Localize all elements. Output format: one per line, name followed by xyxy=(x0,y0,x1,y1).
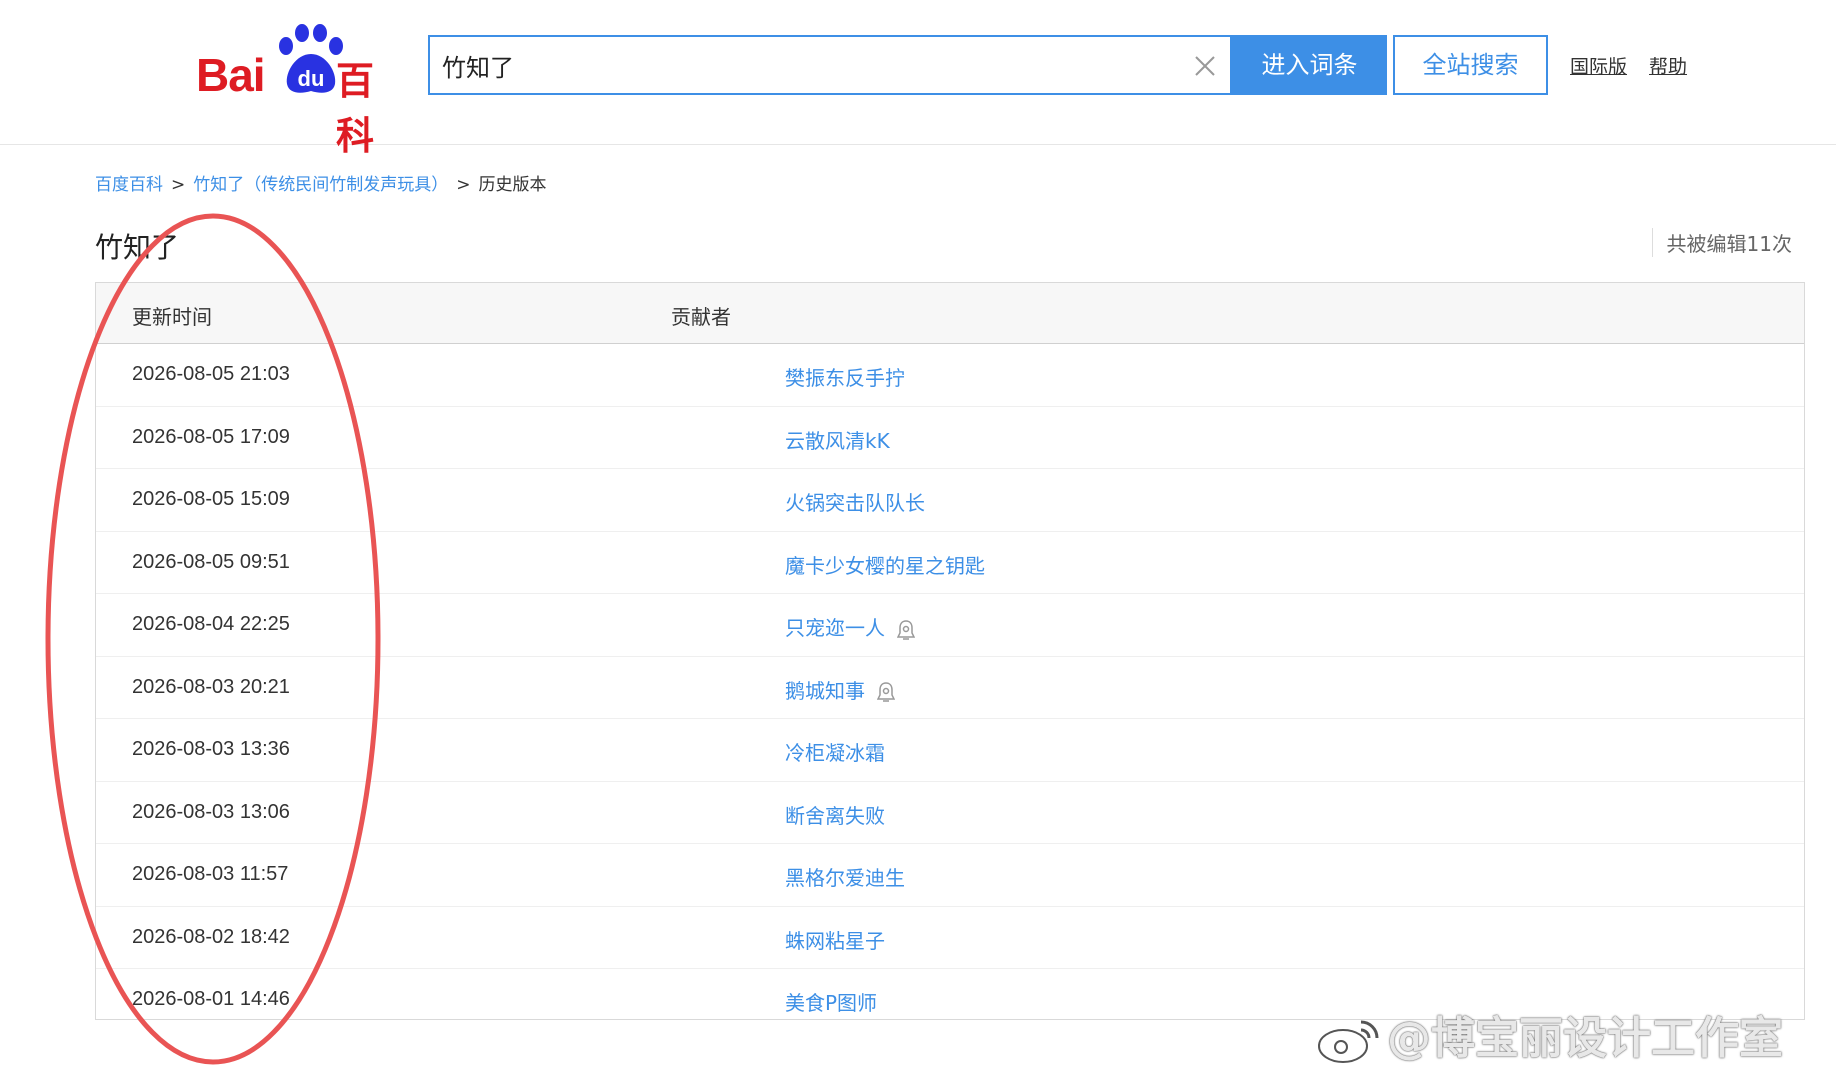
contributor-link[interactable]: 冷柜凝冰霜 xyxy=(785,737,885,766)
update-time: 2026-08-03 11:57 xyxy=(132,863,289,885)
table-row: 2026-08-04 22:25 只宠迩一人 xyxy=(96,594,1804,657)
breadcrumb-separator: > xyxy=(456,175,471,195)
table-row: 2026-08-03 20:21 鹅城知事 xyxy=(96,657,1804,719)
table-row: 2026-08-05 15:09 火锅突击队队长 xyxy=(96,469,1804,532)
table-row: 2026-08-02 18:42 蛛网粘星子 xyxy=(96,907,1804,969)
table-header: 更新时间 贡献者 xyxy=(96,283,1804,344)
contributor-name[interactable]: 断舍离失败 xyxy=(785,804,885,828)
contributor-name[interactable]: 鹅城知事 xyxy=(785,679,865,703)
table-row: 2026-08-05 21:03 樊振东反手拧 xyxy=(96,344,1804,407)
help-link[interactable]: 帮助 xyxy=(1649,52,1687,79)
contributor-link[interactable]: 只宠迩一人 xyxy=(785,612,915,641)
international-link[interactable]: 国际版 xyxy=(1570,52,1627,79)
contributor-name[interactable]: 冷柜凝冰霜 xyxy=(785,741,885,765)
breadcrumb-home-link[interactable]: 百度百科 xyxy=(95,175,163,195)
contributor-link[interactable]: 黑格尔爱迪生 xyxy=(785,862,905,891)
baidu-baike-logo[interactable]: Bai du 百科 xyxy=(196,24,410,158)
breadcrumb-entry-link[interactable]: 竹知了（传统民间竹制发声玩具） xyxy=(193,175,448,195)
clear-icon[interactable] xyxy=(1192,53,1218,79)
breadcrumb: 百度百科 > 竹知了（传统民间竹制发声玩具） > 历史版本 xyxy=(95,170,547,195)
update-time: 2026-08-04 22:25 xyxy=(132,613,290,635)
watermark: @博宝丽设计工作室 xyxy=(1315,1002,1783,1066)
contributor-name[interactable]: 只宠迩一人 xyxy=(785,616,885,640)
contributor-name[interactable]: 黑格尔爱迪生 xyxy=(785,866,905,890)
contributor-name[interactable]: 樊振东反手拧 xyxy=(785,366,905,390)
update-time: 2026-08-05 15:09 xyxy=(132,488,290,510)
site-search-button[interactable]: 全站搜索 xyxy=(1393,35,1548,95)
update-time: 2026-08-02 18:42 xyxy=(132,925,290,948)
logo-bai-text: Bai xyxy=(196,49,266,101)
breadcrumb-separator: > xyxy=(171,175,186,195)
contributor-link[interactable]: 美食P图师 xyxy=(785,987,877,1016)
contributor-link[interactable]: 云散风清kK xyxy=(785,425,890,454)
update-time: 2026-08-03 13:06 xyxy=(132,800,290,823)
update-time: 2026-08-05 17:09 xyxy=(132,425,290,448)
contributor-link[interactable]: 断舍离失败 xyxy=(785,800,885,829)
contributor-name[interactable]: 云散风清kK xyxy=(785,429,890,453)
update-time: 2026-08-05 21:03 xyxy=(132,363,290,385)
contributor-link[interactable]: 魔卡少女樱的星之钥匙 xyxy=(785,550,985,579)
contributor-name[interactable]: 火锅突击队队长 xyxy=(785,491,925,515)
contributor-name[interactable]: 蛛网粘星子 xyxy=(785,929,885,953)
column-header-contributor: 贡献者 xyxy=(671,305,731,329)
contributor-link[interactable]: 火锅突击队队长 xyxy=(785,487,925,516)
history-table: 更新时间 贡献者 2026-08-05 21:03 樊振东反手拧 2026-08-0… xyxy=(95,282,1805,1020)
column-header-time: 更新时间 xyxy=(132,305,212,329)
contributor-link[interactable]: 鹅城知事 xyxy=(785,675,895,704)
update-time: 2026-08-03 20:21 xyxy=(132,675,290,698)
update-time: 2026-08-05 09:51 xyxy=(132,550,290,573)
update-time: 2026-08-01 14:46 xyxy=(132,988,290,1010)
table-row: 2026-08-05 09:51 魔卡少女樱的星之钥匙 xyxy=(96,532,1804,594)
user-badge-icon xyxy=(897,619,915,640)
contributor-link[interactable]: 樊振东反手拧 xyxy=(785,362,905,391)
search-box xyxy=(428,35,1232,95)
breadcrumb-current: 历史版本 xyxy=(478,175,547,195)
weibo-icon xyxy=(1318,1020,1379,1063)
contributor-name[interactable]: 魔卡少女樱的星之钥匙 xyxy=(785,554,985,578)
header-bar: Bai du 百科 进入词条 全站搜索 国际版 帮助 xyxy=(0,0,1836,158)
table-row: 2026-08-05 17:09 云散风清kK xyxy=(96,407,1804,469)
logo-baike-text: 百科 xyxy=(336,59,375,158)
edit-count: 共被编辑11次 xyxy=(1651,228,1792,257)
logo-du-text: du xyxy=(298,66,325,91)
update-time: 2026-08-03 13:36 xyxy=(132,738,290,760)
table-body: 2026-08-05 21:03 樊振东反手拧 2026-08-05 17:09 云散… xyxy=(96,344,1804,1031)
watermark-text: @博宝丽设计工作室 xyxy=(1387,1013,1783,1064)
table-row: 2026-08-03 13:36 冷柜凝冰霜 xyxy=(96,719,1804,782)
contributor-link[interactable]: 蛛网粘星子 xyxy=(785,925,885,954)
search-input[interactable] xyxy=(442,47,1142,83)
page-title: 竹知了 xyxy=(95,231,180,264)
contributor-name[interactable]: 美食P图师 xyxy=(785,991,877,1015)
user-badge-icon xyxy=(877,682,895,702)
table-row: 2026-08-03 11:57 黑格尔爱迪生 xyxy=(96,844,1804,907)
enter-entry-button[interactable]: 进入词条 xyxy=(1232,35,1387,95)
table-row: 2026-08-03 13:06 断舍离失败 xyxy=(96,782,1804,844)
